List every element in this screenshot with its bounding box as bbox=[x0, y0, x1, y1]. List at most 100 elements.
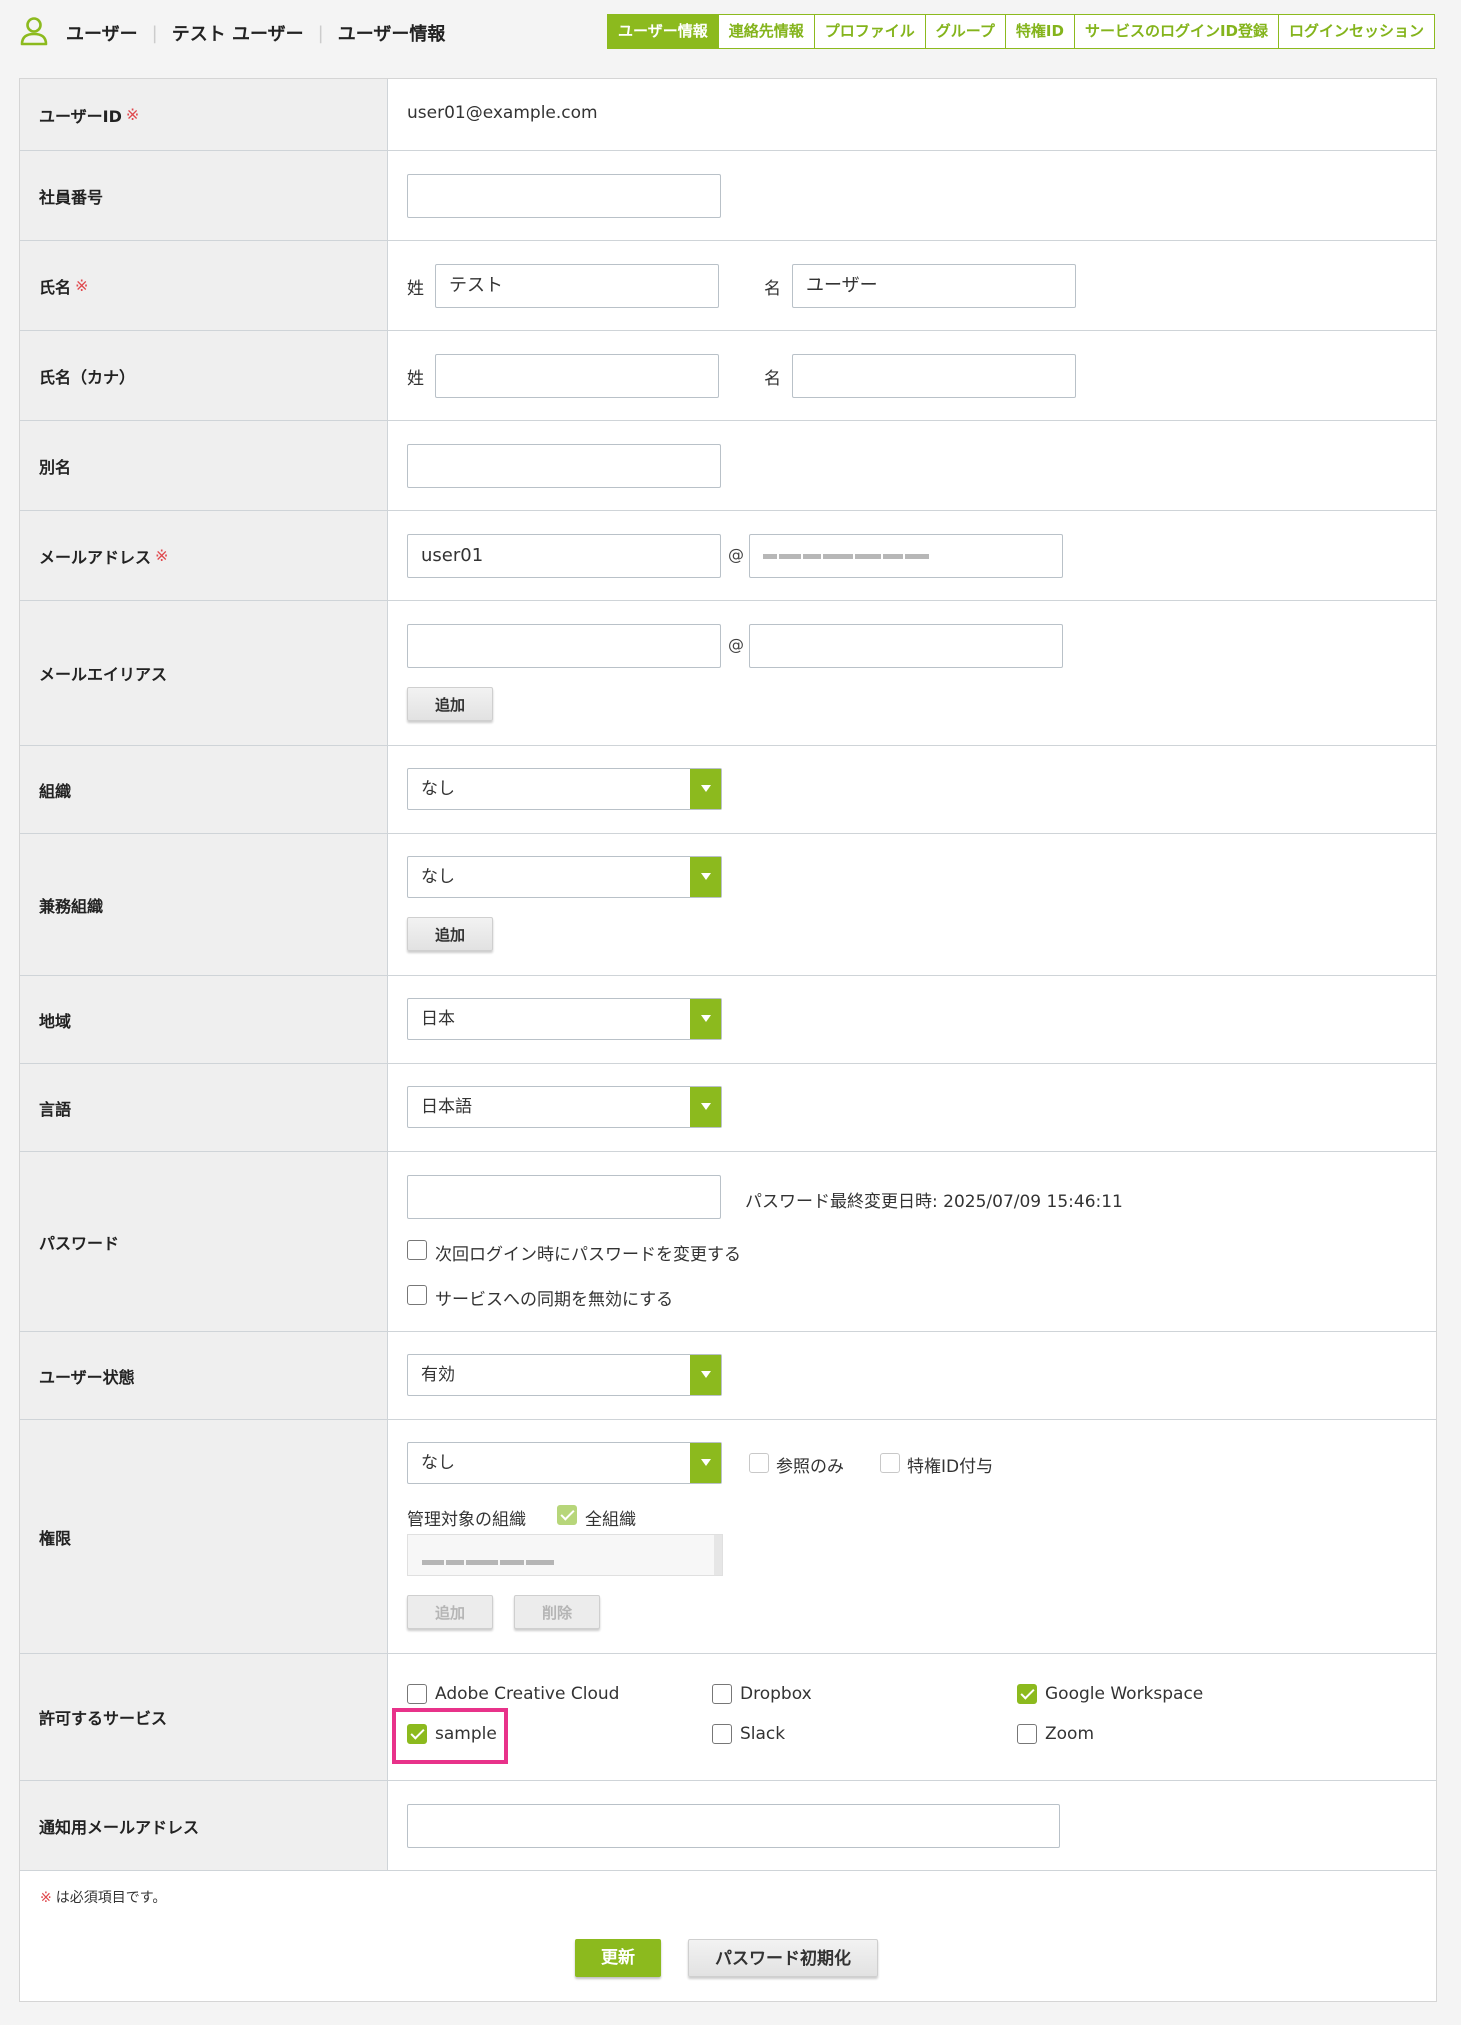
tab-bar: ユーザー情報 連絡先情報 プロファイル グループ 特権ID サービスのログインI… bbox=[607, 14, 1435, 49]
disable-sync-label: サービスへの同期を無効にする bbox=[435, 1290, 674, 1310]
breadcrumb-separator: | bbox=[317, 22, 324, 44]
first-name-input[interactable]: ユーザー bbox=[792, 264, 1076, 308]
last-name-input[interactable]: テスト bbox=[435, 264, 719, 308]
organization-select[interactable]: なし bbox=[407, 768, 722, 810]
chevron-down-icon bbox=[690, 1443, 721, 1483]
service-adobe-checkbox[interactable] bbox=[407, 1684, 427, 1704]
user-status-label: ユーザー状態 bbox=[20, 1332, 388, 1419]
redacted-org bbox=[422, 1552, 556, 1572]
language-selected: 日本語 bbox=[421, 1097, 472, 1117]
alias-input[interactable] bbox=[407, 444, 721, 488]
allowed-services-label: 許可するサービス bbox=[20, 1654, 388, 1780]
tab-service-login-id[interactable]: サービスのログインID登録 bbox=[1073, 14, 1279, 49]
secondary-org-add-button[interactable]: 追加 bbox=[407, 917, 493, 951]
organization-selected: なし bbox=[421, 779, 455, 799]
email-alias-local-input[interactable] bbox=[407, 624, 721, 668]
first-name-kana-label: 名 bbox=[764, 369, 781, 389]
row-user-id: ユーザーID ※ user01@example.com bbox=[20, 79, 1436, 151]
required-mark: ※ bbox=[75, 276, 89, 295]
row-password: パスワード パスワード最終変更日時: 2025/07/09 15:46:11 次… bbox=[20, 1152, 1436, 1332]
row-notify-email: 通知用メールアドレス bbox=[20, 1781, 1436, 1871]
row-region: 地域 日本 bbox=[20, 976, 1436, 1064]
breadcrumb: ユーザー | テスト ユーザー | ユーザー情報 bbox=[66, 20, 445, 46]
service-zoom-checkbox[interactable] bbox=[1017, 1724, 1037, 1744]
row-language: 言語 日本語 bbox=[20, 1064, 1436, 1152]
service-adobe-label: Adobe Creative Cloud bbox=[435, 1684, 620, 1704]
service-sample-checkbox[interactable] bbox=[407, 1724, 427, 1744]
secondary-org-selected: なし bbox=[421, 867, 455, 887]
tab-profile[interactable]: プロファイル bbox=[813, 14, 926, 49]
chevron-down-icon bbox=[690, 769, 721, 809]
last-name-label: 姓 bbox=[407, 279, 424, 299]
tab-user-info[interactable]: ユーザー情報 bbox=[607, 14, 719, 49]
read-only-checkbox[interactable] bbox=[749, 1453, 769, 1473]
last-name-kana-label: 姓 bbox=[407, 369, 424, 389]
service-google-workspace-checkbox[interactable] bbox=[1017, 1684, 1037, 1704]
managed-org-add-button[interactable]: 追加 bbox=[407, 1595, 493, 1629]
row-employee-no: 社員番号 bbox=[20, 151, 1436, 241]
all-orgs-checkbox[interactable] bbox=[557, 1505, 577, 1525]
employee-no-label: 社員番号 bbox=[20, 151, 388, 240]
email-domain-input[interactable] bbox=[749, 534, 1063, 578]
tab-login-session[interactable]: ログインセッション bbox=[1277, 14, 1435, 49]
password-input[interactable] bbox=[407, 1175, 721, 1219]
permission-select[interactable]: なし bbox=[407, 1442, 722, 1484]
top-bar: ユーザー | テスト ユーザー | ユーザー情報 ユーザー情報 連絡先情報 プロ… bbox=[0, 0, 1461, 64]
chevron-down-icon bbox=[690, 1355, 721, 1395]
service-dropbox-label: Dropbox bbox=[740, 1684, 812, 1704]
alias-label: 別名 bbox=[20, 421, 388, 510]
tab-group[interactable]: グループ bbox=[924, 14, 1006, 49]
privileged-id-label: 特権ID付与 bbox=[907, 1457, 994, 1477]
secondary-org-label: 兼務組織 bbox=[20, 834, 388, 975]
scrollbar[interactable] bbox=[714, 1535, 722, 1575]
required-mark: ※ bbox=[125, 105, 140, 124]
service-slack-checkbox[interactable] bbox=[712, 1724, 732, 1744]
row-email-alias: メールエイリアス @ 追加 bbox=[20, 601, 1436, 746]
email-alias-add-button[interactable]: 追加 bbox=[407, 687, 493, 721]
name-kana-label: 氏名（カナ） bbox=[20, 331, 388, 420]
service-zoom-label: Zoom bbox=[1045, 1724, 1095, 1744]
service-sample-label: sample bbox=[435, 1724, 497, 1744]
update-button[interactable]: 更新 bbox=[575, 1939, 661, 1977]
organization-label: 組織 bbox=[20, 746, 388, 833]
change-password-next-login-checkbox[interactable] bbox=[407, 1240, 427, 1260]
email-alias-domain-input[interactable] bbox=[749, 624, 1063, 668]
email-local-input[interactable]: user01 bbox=[407, 534, 721, 578]
region-select[interactable]: 日本 bbox=[407, 998, 722, 1040]
breadcrumb-user-info: ユーザー情報 bbox=[337, 24, 446, 45]
breadcrumb-users[interactable]: ユーザー bbox=[66, 20, 138, 46]
row-organization: 組織 なし bbox=[20, 746, 1436, 834]
notify-email-input[interactable] bbox=[407, 1804, 1060, 1848]
change-password-next-login-label: 次回ログイン時にパスワードを変更する bbox=[435, 1245, 741, 1265]
managed-org-delete-button[interactable]: 削除 bbox=[514, 1595, 600, 1629]
service-dropbox-checkbox[interactable] bbox=[712, 1684, 732, 1704]
at-sign: @ bbox=[728, 635, 744, 654]
user-id-value: user01@example.com bbox=[407, 103, 598, 123]
disable-sync-checkbox[interactable] bbox=[407, 1285, 427, 1305]
row-name-kana: 氏名（カナ） 姓 名 bbox=[20, 331, 1436, 421]
row-user-status: ユーザー状態 有効 bbox=[20, 1332, 1436, 1420]
notify-email-label: 通知用メールアドレス bbox=[20, 1781, 388, 1870]
email-label: メールアドレス ※ bbox=[20, 511, 388, 600]
managed-org-label: 管理対象の組織 bbox=[407, 1510, 526, 1530]
chevron-down-icon bbox=[690, 999, 721, 1039]
tab-privileged-id[interactable]: 特権ID bbox=[1004, 14, 1075, 49]
language-select[interactable]: 日本語 bbox=[407, 1086, 722, 1128]
tab-contact-info[interactable]: 連絡先情報 bbox=[717, 14, 815, 49]
region-selected: 日本 bbox=[421, 1009, 455, 1029]
first-name-kana-input[interactable] bbox=[792, 354, 1076, 398]
reset-password-button[interactable]: パスワード初期化 bbox=[688, 1939, 878, 1977]
last-name-kana-input[interactable] bbox=[435, 354, 719, 398]
privileged-id-checkbox[interactable] bbox=[880, 1453, 900, 1473]
row-permission: 権限 なし 参照のみ 特権ID付与 管理対象の組織 全組織 追加 削除 bbox=[20, 1420, 1436, 1654]
all-orgs-label: 全組織 bbox=[585, 1510, 636, 1530]
row-secondary-org: 兼務組織 なし 追加 bbox=[20, 834, 1436, 976]
employee-no-input[interactable] bbox=[407, 174, 721, 218]
service-google-workspace-label: Google Workspace bbox=[1045, 1684, 1204, 1704]
redacted-domain bbox=[763, 535, 931, 577]
row-email: メールアドレス ※ user01 @ bbox=[20, 511, 1436, 601]
user-status-select[interactable]: 有効 bbox=[407, 1354, 722, 1396]
secondary-org-select[interactable]: なし bbox=[407, 856, 722, 898]
required-mark: ※ bbox=[155, 546, 169, 565]
breadcrumb-user-name[interactable]: テスト ユーザー bbox=[172, 20, 304, 46]
